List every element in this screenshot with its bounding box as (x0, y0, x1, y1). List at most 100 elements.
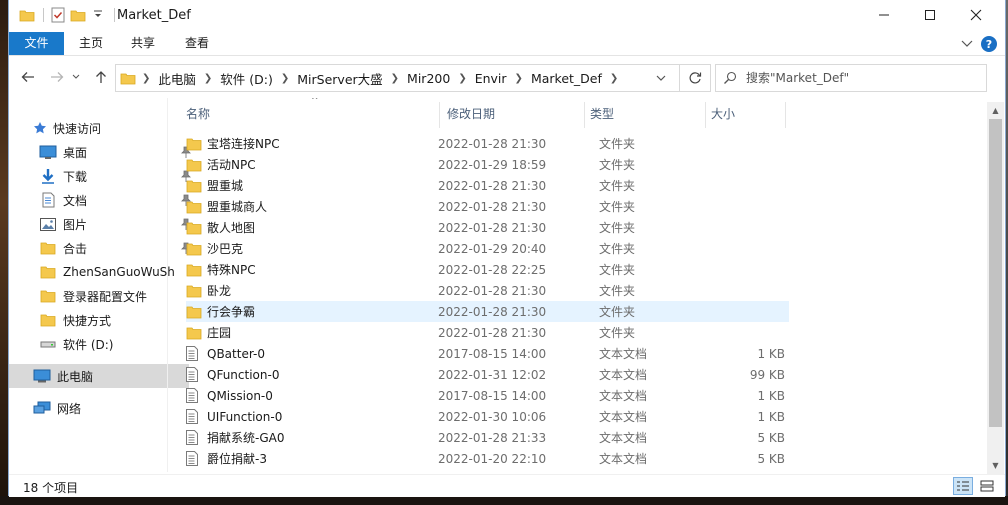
network-icon (33, 400, 51, 416)
desktop-icon (39, 144, 57, 160)
breadcrumb-mirserver[interactable]: MirServer大盛 (291, 69, 388, 88)
help-icon[interactable]: ? (981, 36, 997, 52)
table-row[interactable]: 捐献系统-GA0 2022-01-28 21:33 文本文档 5 KB (186, 427, 789, 448)
table-row[interactable]: 散人地图 2022-01-28 21:30 文件夹 (186, 217, 789, 238)
breadcrumb-market-def[interactable]: Market_Def (525, 71, 608, 86)
table-row[interactable]: 活动NPC 2022-01-29 18:59 文件夹 (186, 154, 789, 175)
address-bar[interactable]: ❯ 此电脑 ❯ 软件 (D:) ❯ MirServer大盛 ❯ Mir200 ❯… (115, 64, 711, 92)
sidebar-item-label: 桌面 (63, 145, 88, 160)
details-view-button[interactable] (953, 477, 973, 495)
sidebar-item-this-pc[interactable]: 此电脑 (9, 364, 189, 388)
sidebar-item-quick-access[interactable]: 快速访问 (9, 116, 189, 140)
pane-divider[interactable] (167, 98, 168, 472)
column-divider[interactable] (439, 102, 440, 128)
column-divider[interactable] (785, 102, 786, 128)
expand-ribbon-icon[interactable] (961, 37, 973, 51)
status-bar: 18 个项目 (9, 474, 1005, 497)
search-box[interactable] (715, 64, 987, 92)
breadcrumb-envir[interactable]: Envir (469, 71, 513, 86)
breadcrumb: ❯ 此电脑 ❯ 软件 (D:) ❯ MirServer大盛 ❯ Mir200 ❯… (116, 65, 620, 91)
sidebar-item-label: 下载 (63, 169, 88, 184)
new-folder-icon[interactable] (70, 7, 86, 23)
chevron-right-icon[interactable]: ❯ (513, 73, 525, 84)
forward-button[interactable] (46, 66, 68, 88)
scroll-down-button[interactable]: ▼ (987, 457, 1004, 474)
text-file-icon (186, 451, 202, 466)
sidebar-item-label: 登录器配置文件 (63, 289, 148, 304)
file-type: 文件夹 (599, 305, 636, 319)
file-date: 2022-01-28 21:30 (438, 220, 547, 235)
table-row[interactable]: QFunction-0 2022-01-31 12:02 文本文档 99 KB (186, 364, 789, 385)
column-header-label: 类型 (590, 106, 615, 121)
text-file-icon (186, 346, 202, 361)
recent-locations-icon[interactable] (69, 66, 83, 88)
file-type: 文件夹 (599, 221, 636, 235)
sidebar-item-label: 图片 (63, 217, 88, 232)
column-header-date[interactable]: 修改日期 (447, 98, 582, 128)
file-type: 文本文档 (599, 410, 648, 424)
scroll-thumb[interactable] (989, 119, 1002, 427)
file-type: 文件夹 (599, 158, 636, 172)
chevron-right-icon[interactable]: ❯ (389, 73, 401, 84)
table-row[interactable]: 特殊NPC 2022-01-28 22:25 文件夹 (186, 259, 789, 280)
chevron-right-icon[interactable]: ❯ (608, 73, 620, 84)
column-header-name[interactable]: 名称 (186, 98, 441, 128)
column-header-size[interactable]: 大小 (711, 98, 781, 128)
tab-view[interactable]: 查看 (177, 32, 217, 55)
folder-icon (39, 312, 57, 328)
table-row[interactable]: 庄园 2022-01-28 21:30 文件夹 (186, 322, 789, 343)
sidebar-item-label: 软件 (D:) (63, 337, 114, 352)
refresh-button[interactable] (679, 65, 710, 91)
properties-icon[interactable] (50, 7, 66, 23)
tab-share[interactable]: 共享 (123, 32, 163, 55)
file-date: 2017-08-15 14:00 (438, 346, 547, 361)
table-row[interactable]: QBatter-0 2017-08-15 14:00 文本文档 1 KB (186, 343, 789, 364)
computer-icon (33, 368, 51, 384)
column-divider[interactable] (584, 102, 585, 128)
file-date: 2022-01-30 10:06 (438, 409, 547, 424)
file-name: 沙巴克 (207, 242, 244, 256)
file-size: 1 KB (757, 388, 785, 403)
customize-toolbar-icon[interactable] (90, 7, 106, 23)
table-row[interactable]: QMission-0 2017-08-15 14:00 文本文档 1 KB (186, 385, 789, 406)
table-row[interactable]: 盟重城 2022-01-28 21:30 文件夹 (186, 175, 789, 196)
column-divider[interactable] (705, 102, 706, 128)
large-icons-view-button[interactable] (977, 477, 997, 495)
scroll-up-button[interactable]: ▲ (987, 102, 1004, 119)
chevron-right-icon[interactable]: ❯ (140, 73, 152, 84)
table-row[interactable]: 盟重城商人 2022-01-28 21:30 文件夹 (186, 196, 789, 217)
column-header-type[interactable]: 类型 (590, 98, 700, 128)
star-icon (33, 120, 47, 136)
file-type: 文件夹 (599, 242, 636, 256)
table-row[interactable]: UIFunction-0 2022-01-30 10:06 文本文档 1 KB (186, 406, 789, 427)
table-row[interactable]: 宝塔连接NPC 2022-01-28 21:30 文件夹 (186, 133, 789, 154)
minimize-button[interactable] (861, 0, 907, 30)
file-name-cell: 捐献系统-GA0 (186, 429, 436, 446)
chevron-right-icon[interactable]: ❯ (202, 73, 214, 84)
chevron-right-icon[interactable]: ❯ (279, 73, 291, 84)
close-button[interactable] (953, 0, 999, 30)
breadcrumb-drive-d[interactable]: 软件 (D:) (214, 69, 279, 88)
chevron-right-icon[interactable]: ❯ (456, 73, 468, 84)
table-row[interactable]: 卧龙 2022-01-28 21:30 文件夹 (186, 280, 789, 301)
table-row[interactable]: 爵位捐献-3 2022-01-20 22:10 文本文档 5 KB (186, 448, 789, 469)
sidebar-item-network[interactable]: 网络 (9, 396, 189, 420)
vertical-scrollbar[interactable]: ▲ ▼ (987, 102, 1004, 474)
address-history-button[interactable] (650, 65, 672, 91)
title-bar: Market_Def (9, 0, 1005, 32)
breadcrumb-mir200[interactable]: Mir200 (401, 71, 456, 86)
file-date: 2022-01-28 21:30 (438, 283, 547, 298)
table-row[interactable]: 行会争霸 2022-01-28 21:30 文件夹 (186, 301, 789, 322)
tab-file[interactable]: 文件 (9, 32, 64, 55)
up-button[interactable] (90, 66, 112, 88)
file-name: UIFunction-0 (207, 409, 283, 424)
maximize-button[interactable] (907, 0, 953, 30)
back-button[interactable] (17, 66, 39, 88)
file-name: QMission-0 (207, 388, 273, 403)
folder-icon (186, 305, 202, 319)
breadcrumb-this-pc[interactable]: 此电脑 (152, 69, 202, 88)
search-input[interactable] (744, 70, 978, 86)
tab-home[interactable]: 主页 (71, 32, 111, 55)
file-name-cell: 盟重城 (186, 177, 436, 194)
table-row[interactable]: 沙巴克 2022-01-29 20:40 文件夹 (186, 238, 789, 259)
